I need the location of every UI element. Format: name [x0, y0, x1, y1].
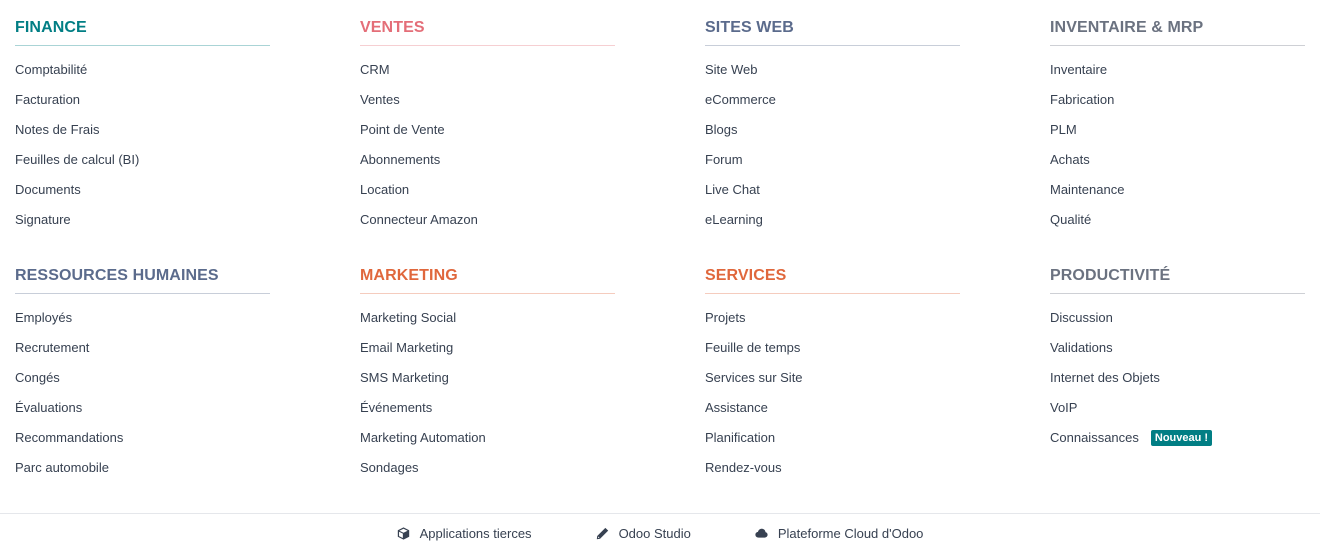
- app-link[interactable]: Live Chat: [705, 180, 960, 210]
- app-link[interactable]: VoIP: [1050, 398, 1305, 428]
- pencil-icon: [596, 527, 608, 539]
- section-title-services: SERVICES: [705, 248, 960, 294]
- odoo-studio-label: Odoo Studio: [618, 525, 691, 541]
- odoo-cloud-link[interactable]: Plateforme Cloud d'Odoo: [755, 525, 924, 541]
- app-link[interactable]: Feuilles de calcul (BI): [15, 150, 270, 180]
- app-link[interactable]: Recommandations: [15, 428, 270, 458]
- section-list-inventaire-mrp: Inventaire Fabrication PLM Achats Mainte…: [1050, 46, 1305, 240]
- app-link[interactable]: Maintenance: [1050, 180, 1305, 210]
- section-title-sites-web: SITES WEB: [705, 0, 960, 46]
- section-services: SERVICES Projets Feuille de temps Servic…: [705, 248, 960, 488]
- app-link[interactable]: Comptabilité: [15, 60, 270, 90]
- app-link[interactable]: Assistance: [705, 398, 960, 428]
- app-link[interactable]: Notes de Frais: [15, 120, 270, 150]
- app-link[interactable]: Fabrication: [1050, 90, 1305, 120]
- app-link[interactable]: Internet des Objets: [1050, 368, 1305, 398]
- app-link[interactable]: Connecteur Amazon: [360, 210, 615, 240]
- section-list-services: Projets Feuille de temps Services sur Si…: [705, 294, 960, 488]
- cloud-icon: [755, 528, 768, 538]
- app-link[interactable]: Validations: [1050, 338, 1305, 368]
- app-link[interactable]: Congés: [15, 368, 270, 398]
- section-ressources-humaines: RESSOURCES HUMAINES Employés Recrutement…: [15, 248, 270, 488]
- app-link[interactable]: Services sur Site: [705, 368, 960, 398]
- app-link[interactable]: Blogs: [705, 120, 960, 150]
- section-list-finance: Comptabilité Facturation Notes de Frais …: [15, 46, 270, 240]
- odoo-cloud-label: Plateforme Cloud d'Odoo: [777, 525, 924, 541]
- app-link[interactable]: Parc automobile: [15, 458, 270, 488]
- section-sites-web: SITES WEB Site Web eCommerce Blogs Forum…: [705, 0, 960, 240]
- section-ventes: VENTES CRM Ventes Point de Vente Abonnem…: [360, 0, 615, 240]
- app-link[interactable]: Email Marketing: [360, 338, 615, 368]
- section-list-productivite: Discussion Validations Internet des Obje…: [1050, 294, 1305, 458]
- app-link[interactable]: CRM: [360, 60, 615, 90]
- section-list-sites-web: Site Web eCommerce Blogs Forum Live Chat…: [705, 46, 960, 240]
- app-link[interactable]: Rendez-vous: [705, 458, 960, 488]
- app-link[interactable]: Discussion: [1050, 308, 1305, 338]
- section-title-ressources-humaines: RESSOURCES HUMAINES: [15, 248, 270, 294]
- app-link[interactable]: eLearning: [705, 210, 960, 240]
- app-link[interactable]: Abonnements: [360, 150, 615, 180]
- app-link[interactable]: Facturation: [15, 90, 270, 120]
- app-link[interactable]: eCommerce: [705, 90, 960, 120]
- app-link[interactable]: Marketing Social: [360, 308, 615, 338]
- section-productivite: PRODUCTIVITÉ Discussion Validations Inte…: [1050, 248, 1305, 458]
- app-link[interactable]: Planification: [705, 428, 960, 458]
- section-title-marketing: MARKETING: [360, 248, 615, 294]
- app-link[interactable]: Qualité: [1050, 210, 1305, 240]
- apps-grid: FINANCE Comptabilité Facturation Notes d…: [15, 0, 1320, 505]
- app-link[interactable]: Employés: [15, 308, 270, 338]
- app-link[interactable]: SMS Marketing: [360, 368, 615, 398]
- app-link[interactable]: Signature: [15, 210, 270, 240]
- app-link[interactable]: Documents: [15, 180, 270, 210]
- section-inventaire-mrp: INVENTAIRE & MRP Inventaire Fabrication …: [1050, 0, 1305, 240]
- app-link[interactable]: Sondages: [360, 458, 615, 488]
- third-party-apps-label: Applications tierces: [419, 525, 532, 541]
- app-link[interactable]: Site Web: [705, 60, 960, 90]
- app-link-connaissances[interactable]: Connaissances Nouveau !: [1050, 428, 1305, 458]
- section-list-marketing: Marketing Social Email Marketing SMS Mar…: [360, 294, 615, 488]
- section-list-ressources-humaines: Employés Recrutement Congés Évaluations …: [15, 294, 270, 488]
- section-title-ventes: VENTES: [360, 0, 615, 46]
- app-link[interactable]: Achats: [1050, 150, 1305, 180]
- section-marketing: MARKETING Marketing Social Email Marketi…: [360, 248, 615, 488]
- app-link[interactable]: Inventaire: [1050, 60, 1305, 90]
- cube-icon: [397, 526, 409, 540]
- app-link[interactable]: Marketing Automation: [360, 428, 615, 458]
- third-party-apps-link[interactable]: Applications tierces: [397, 526, 532, 541]
- new-badge: Nouveau !: [1150, 430, 1213, 446]
- app-link[interactable]: Recrutement: [15, 338, 270, 368]
- app-link[interactable]: Location: [360, 180, 615, 210]
- app-link[interactable]: Point de Vente: [360, 120, 615, 150]
- app-link[interactable]: Évaluations: [15, 398, 270, 428]
- app-link-label: Connaissances: [1050, 430, 1139, 445]
- footer-links: Applications tierces Odoo Studio Platefo…: [0, 513, 1320, 552]
- section-title-finance: FINANCE: [15, 0, 270, 46]
- section-finance: FINANCE Comptabilité Facturation Notes d…: [15, 0, 270, 240]
- app-link[interactable]: Événements: [360, 398, 615, 428]
- app-link[interactable]: Forum: [705, 150, 960, 180]
- section-list-ventes: CRM Ventes Point de Vente Abonnements Lo…: [360, 46, 615, 240]
- section-title-inventaire-mrp: INVENTAIRE & MRP: [1050, 0, 1305, 46]
- app-link[interactable]: Feuille de temps: [705, 338, 960, 368]
- section-title-productivite: PRODUCTIVITÉ: [1050, 248, 1305, 294]
- app-link[interactable]: Ventes: [360, 90, 615, 120]
- odoo-studio-link[interactable]: Odoo Studio: [596, 526, 691, 541]
- app-link[interactable]: PLM: [1050, 120, 1305, 150]
- app-link[interactable]: Projets: [705, 308, 960, 338]
